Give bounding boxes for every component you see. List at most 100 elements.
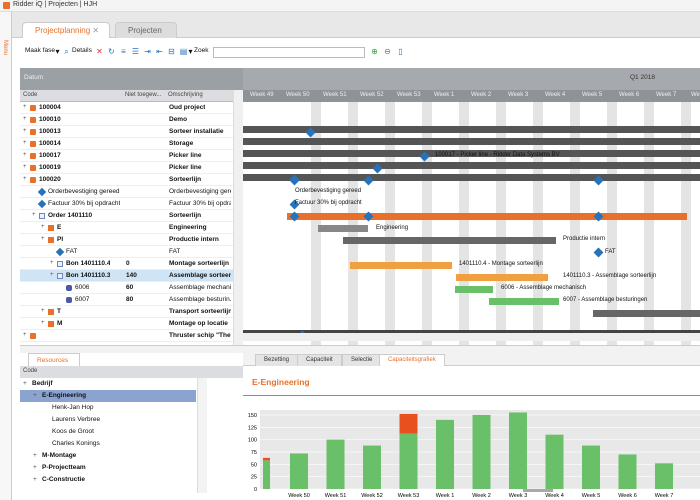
resources-scrollbar[interactable] (197, 378, 207, 493)
table-row[interactable]: FAT FAT (20, 246, 233, 258)
zoom-out-icon[interactable]: ⊖ (383, 47, 392, 56)
table-row[interactable]: + Bon 1401110.3 140 Assemblage sorteer... (20, 270, 233, 282)
outdent-icon[interactable]: ⇤ (155, 47, 164, 56)
expand-icon[interactable]: + (41, 308, 45, 314)
resource-item[interactable]: Koos de Groot (20, 426, 196, 438)
zoom-in-icon[interactable]: ⊕ (370, 47, 379, 56)
table-row[interactable]: + Order 1401110 Sorteerlijn (20, 210, 233, 222)
table-row[interactable]: 6006 60 Assemblage mechanisch (20, 282, 233, 294)
table-row[interactable]: + T Transport sorteerlijn (20, 306, 233, 318)
table-row[interactable]: + E Engineering (20, 222, 233, 234)
expand-icon[interactable]: + (33, 392, 37, 399)
arr-icon (48, 321, 54, 327)
table-row[interactable]: +100004 Oud project (20, 102, 233, 114)
gantt-bar[interactable] (350, 262, 452, 269)
resource-item[interactable]: + Bedrijf (20, 378, 196, 390)
gantt-bar[interactable] (456, 274, 548, 281)
table-row[interactable]: +100019 Picker line (20, 162, 233, 174)
week-label: Week 52 (360, 92, 384, 98)
table-row[interactable]: +100020 Sorteerlijn (20, 174, 233, 186)
mask-phase-button[interactable]: Maak fase (25, 47, 55, 54)
gantt-bar[interactable] (489, 298, 559, 305)
gantt-bar[interactable] (455, 286, 493, 293)
tab-resources[interactable]: Resources (28, 353, 80, 366)
resource-item[interactable]: + E-Engineering (20, 390, 196, 402)
table-row[interactable]: + M Montage op locatie (20, 318, 233, 330)
gantt-horizontal-scrollbar[interactable] (243, 333, 700, 341)
gantt-bar[interactable] (343, 237, 556, 244)
expand-icon[interactable]: + (33, 452, 37, 459)
table-row[interactable]: +100013 Sorteer installatie (20, 126, 233, 138)
expand-icon[interactable]: + (33, 464, 37, 471)
tab-projectplanning[interactable]: Projectplanning ✕ (22, 22, 110, 38)
expand-icon[interactable]: + (23, 164, 27, 170)
expand-icon[interactable]: + (23, 140, 27, 146)
list-icon[interactable]: ≡ (119, 47, 128, 56)
details-button[interactable]: Details (72, 47, 92, 54)
table-row[interactable]: Factuur 30% bij opdracht Factuur 30% bij … (20, 198, 233, 210)
resource-item[interactable]: Henk-Jan Hop (20, 402, 196, 414)
expand-icon[interactable]: + (50, 260, 54, 266)
milestone-diamond[interactable] (593, 247, 604, 258)
resource-item[interactable]: + C-Constructie (20, 474, 196, 486)
search-icon[interactable]: ⌕ (62, 47, 71, 56)
search-input[interactable] (213, 47, 365, 58)
side-menu-strip[interactable]: Menu (0, 12, 12, 500)
expand-icon[interactable]: + (23, 104, 27, 110)
table-row[interactable]: + Thruster schip "The... (20, 330, 233, 342)
gantt-bar[interactable] (318, 225, 368, 232)
expand-icon[interactable]: + (50, 272, 54, 278)
gantt-chart[interactable]: 100017 - Picker line - Ridder Data Syste… (243, 102, 700, 345)
delete-icon[interactable]: ✕ (95, 47, 104, 56)
fit-icon[interactable]: ▯ (396, 47, 405, 56)
col-unassigned[interactable]: Niet toegew... (125, 92, 161, 98)
x-tick-label: Week 4 (545, 493, 564, 499)
tab-projecten[interactable]: Projecten (115, 22, 177, 38)
expand-icon[interactable]: + (23, 176, 27, 182)
table-row[interactable]: + PI Productie intern (20, 234, 233, 246)
gantt-bar[interactable] (287, 213, 687, 220)
gantt-bar[interactable] (593, 310, 700, 317)
expand-icon[interactable]: + (23, 152, 27, 158)
grid-scrollbar[interactable] (233, 90, 243, 345)
expand-icon[interactable]: + (32, 212, 36, 218)
expand-icon[interactable]: + (41, 224, 45, 230)
gantt-bar[interactable] (243, 162, 700, 169)
expand-icon[interactable]: + (23, 128, 27, 134)
table-row[interactable]: +100010 Demo (20, 114, 233, 126)
expand-icon[interactable]: + (23, 116, 27, 122)
org-icon (30, 129, 36, 135)
tab-capaciteitsgrafiek[interactable]: Capaciteitsgrafiek (379, 354, 445, 366)
week-label: Week 3 (508, 92, 529, 98)
expand-icon[interactable]: + (41, 236, 45, 242)
resource-item[interactable]: + P-Projectteam (20, 462, 196, 474)
gantt-bar[interactable] (243, 138, 700, 145)
indent-icon[interactable]: ⇥ (143, 47, 152, 56)
table-row[interactable]: Orderbevestiging gereed Orderbevestiging … (20, 186, 233, 198)
resource-item[interactable]: Laurens Verbree (20, 414, 196, 426)
tab-capaciteit[interactable]: Capaciteit (297, 354, 342, 366)
col-description[interactable]: Omschrijving (168, 92, 203, 98)
collapse-icon[interactable]: ⊟ (167, 47, 176, 56)
pane-splitter[interactable] (20, 345, 700, 353)
resources-col-code[interactable]: Code (23, 368, 37, 374)
table-row[interactable]: +100017 Picker line (20, 150, 233, 162)
expand-icon[interactable]: + (41, 320, 45, 326)
expand-icon[interactable]: + (23, 332, 27, 338)
list-check-icon[interactable]: ☰ (131, 47, 140, 56)
table-row[interactable]: 6007 80 Assemblage besturin... (20, 294, 233, 306)
refresh-icon[interactable]: ↻ (107, 47, 116, 56)
table-row[interactable]: +100014 Storage (20, 138, 233, 150)
expand-icon[interactable]: + (33, 476, 37, 483)
resource-item[interactable]: + M-Montage (20, 450, 196, 462)
menu-label[interactable]: Menu (2, 40, 8, 55)
table-row[interactable]: + Bon 1401110.4 0 Montage sorteerlijn (20, 258, 233, 270)
gantt-bar[interactable] (243, 174, 700, 181)
tab-bezetting[interactable]: Bezetting (255, 354, 299, 366)
tab-selectie[interactable]: Selectie (342, 354, 382, 366)
expand-icon[interactable]: + (23, 380, 27, 387)
close-icon[interactable]: ✕ (92, 26, 99, 35)
col-code[interactable]: Code (23, 92, 37, 98)
resource-item[interactable]: Charles Konings (20, 438, 196, 450)
chevron-down-icon[interactable]: ▾ (53, 47, 62, 56)
